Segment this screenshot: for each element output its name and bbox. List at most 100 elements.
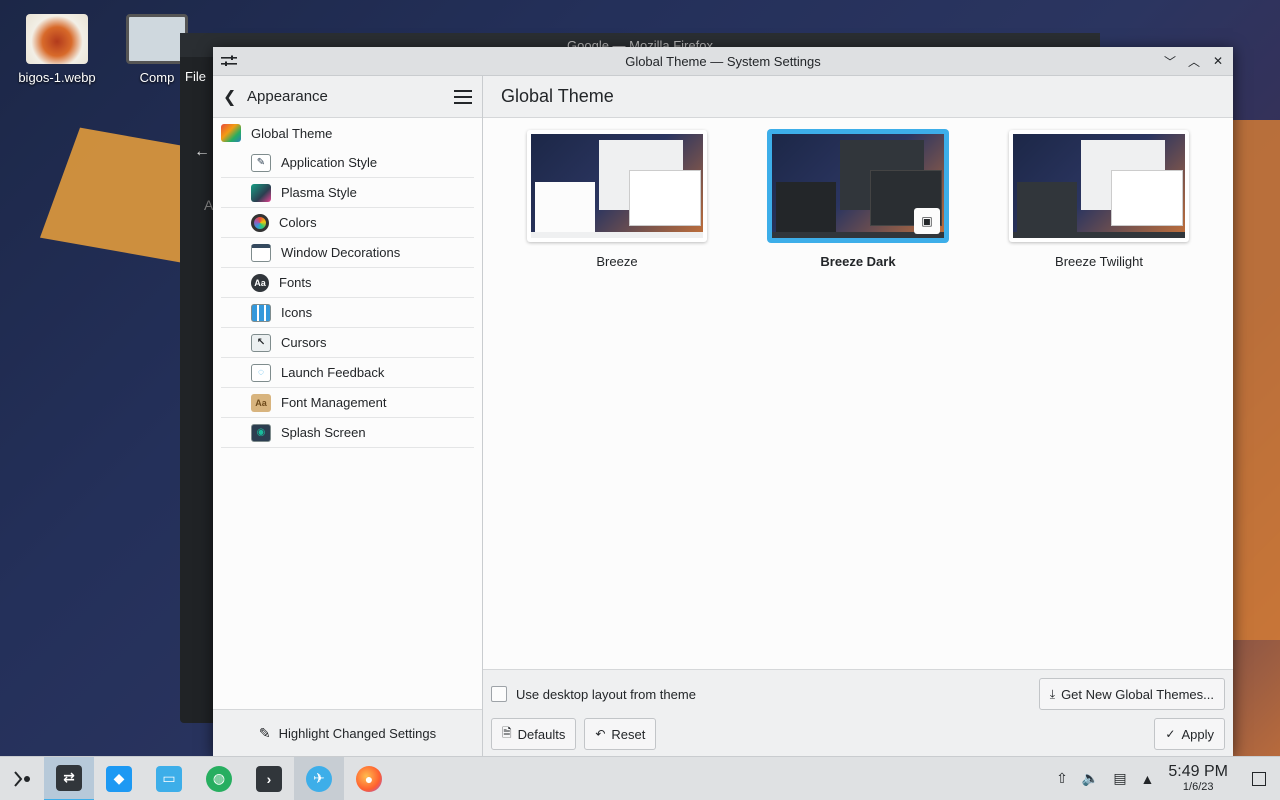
document-icon: 🗎	[502, 725, 512, 740]
taskbar-discover[interactable]: ◆	[94, 757, 144, 800]
sidebar-item-label: Fonts	[279, 275, 312, 290]
theme-name: Breeze Twilight	[1055, 254, 1143, 269]
reset-label: Reset	[611, 726, 646, 742]
background-text: A	[204, 197, 214, 213]
sidebar: ❮ Appearance Global Theme ✎ Application …	[213, 76, 483, 756]
pen-icon: ✎	[258, 724, 271, 741]
expand-tray-icon[interactable]: ▲	[1141, 771, 1155, 787]
highlight-changed-settings-button[interactable]: ✎ Highlight Changed Settings	[213, 709, 482, 756]
sidebar-item-label: Icons	[281, 305, 313, 320]
theme-preview-image	[531, 134, 703, 238]
sidebar-item-label: Global Theme	[251, 125, 333, 141]
sidebar-item-splash-screen[interactable]: ◉ Splash Screen	[221, 418, 474, 448]
theme-card-breeze-dark[interactable]: ▣ Breeze Dark	[768, 130, 948, 269]
desktop-icon-label: bigos-1.webp	[18, 70, 96, 85]
desktop-layout-label: Use desktop layout from theme	[516, 686, 696, 702]
back-arrow-icon[interactable]: ❮	[223, 87, 243, 107]
clock-date: 1/6/23	[1182, 781, 1214, 793]
theme-card-breeze[interactable]: Breeze	[527, 130, 707, 269]
sidebar-item-label: Window Decorations	[281, 245, 401, 260]
desktop-icon-image[interactable]: bigos-1.webp	[12, 14, 102, 85]
plasma-style-icon	[251, 183, 271, 202]
taskbar-firefox[interactable]: ●	[344, 757, 394, 800]
sidebar-item-application-style[interactable]: ✎ Application Style	[221, 148, 474, 178]
sidebar-item-launch-feedback[interactable]: ◌ Launch Feedback	[221, 358, 474, 388]
sidebar-title: Appearance	[247, 88, 328, 105]
sidebar-header: ❮ Appearance	[213, 76, 482, 118]
sidebar-item-icons[interactable]: Icons	[221, 298, 474, 328]
picture-icon[interactable]: ▣	[914, 208, 940, 234]
sidebar-item-label: Plasma Style	[281, 185, 357, 200]
system-settings-icon: ⇄	[56, 764, 82, 791]
sidebar-item-plasma-style[interactable]: Plasma Style	[221, 178, 474, 208]
cursors-icon: ↖	[251, 333, 271, 352]
sidebar-item-font-management[interactable]: Aa Font Management	[221, 388, 474, 418]
get-new-global-themes-button[interactable]: ⤓ Get New Global Themes...	[1038, 678, 1225, 710]
sidebar-nav: Global Theme ✎ Application Style Plasma …	[213, 118, 482, 709]
sidebar-item-window-decorations[interactable]: Window Decorations	[221, 238, 474, 268]
launch-feedback-icon: ◌	[251, 363, 271, 382]
background-back-icon[interactable]: ←	[194, 143, 210, 161]
taskbar-dolphin[interactable]: ▭	[144, 757, 194, 800]
application-launcher[interactable]	[0, 757, 44, 800]
highlight-changed-settings-label: Highlight Changed Settings	[278, 725, 437, 741]
app-icon: ✈	[306, 765, 332, 792]
window-decorations-icon	[251, 243, 271, 262]
image-thumbnail	[26, 14, 88, 64]
background-file-menu[interactable]: File	[185, 69, 206, 84]
theme-preview: ▣	[768, 130, 948, 242]
global-theme-icon	[221, 124, 241, 142]
firefox-icon: ●	[356, 765, 382, 792]
window-titlebar[interactable]: Global Theme — System Settings ﹀ ︿ ✕	[213, 47, 1233, 76]
steam-deck-launcher-icon	[14, 770, 30, 787]
checkmark-icon: ✓	[1165, 727, 1176, 741]
defaults-button[interactable]: 🗎 Defaults	[491, 718, 577, 750]
updates-icon[interactable]: ⇧	[1056, 770, 1068, 787]
maximize-button[interactable]: ︿	[1185, 52, 1203, 70]
splash-screen-icon: ◉	[251, 423, 271, 442]
content-area: Global Theme Breeze ▣ Breeze Dark Breeze…	[483, 76, 1233, 756]
hamburger-menu-icon[interactable]	[454, 89, 472, 104]
theme-preview	[1009, 130, 1189, 242]
page-title: Global Theme	[483, 76, 1233, 118]
digital-clock[interactable]: 5:49 PM 1/6/23	[1168, 764, 1228, 793]
taskbar-active-app[interactable]: ✈	[294, 756, 344, 800]
sidebar-item-label: Colors	[279, 215, 317, 230]
reset-button[interactable]: ↶ Reset	[584, 718, 657, 750]
font-management-icon: Aa	[251, 393, 271, 412]
minimize-button[interactable]: ﹀	[1161, 52, 1179, 70]
undo-icon: ↶	[595, 727, 606, 741]
icons-icon	[251, 303, 271, 322]
system-settings-window[interactable]: Global Theme — System Settings ﹀ ︿ ✕ ❮ A…	[213, 47, 1233, 756]
clock-time: 5:49 PM	[1168, 763, 1228, 780]
volume-icon[interactable]: 🔈	[1082, 770, 1099, 787]
desktop-layout-checkbox[interactable]	[491, 686, 507, 702]
defaults-label: Defaults	[517, 726, 566, 742]
terminal-icon: ›	[256, 765, 282, 792]
application-style-icon: ✎	[251, 153, 271, 172]
taskbar-browser[interactable]: ◍	[194, 757, 244, 800]
sidebar-item-colors[interactable]: Colors	[221, 208, 474, 238]
sidebar-item-label: Splash Screen	[281, 425, 366, 440]
close-button[interactable]: ✕	[1209, 52, 1227, 70]
show-desktop-icon[interactable]	[1252, 771, 1266, 786]
sidebar-item-label: Launch Feedback	[281, 365, 385, 380]
theme-preview	[527, 130, 707, 242]
sidebar-item-cursors[interactable]: ↖ Cursors	[221, 328, 474, 358]
folder-icon: ▭	[156, 765, 182, 792]
download-icon: ⤓	[1049, 686, 1056, 701]
taskbar-system-settings[interactable]: ⇄	[44, 756, 94, 800]
computer-icon	[126, 14, 188, 64]
taskbar: ⇄ ◆ ▭ ◍ › ✈ ● ⇧ 🔈 ▤ ▲ 5:49 PM 1/6/23	[0, 756, 1280, 800]
window-title: Global Theme — System Settings	[625, 53, 821, 69]
globe-icon: ◍	[206, 765, 232, 792]
colors-icon	[251, 213, 269, 232]
sidebar-item-global-theme[interactable]: Global Theme	[221, 118, 474, 148]
theme-card-breeze-twilight[interactable]: Breeze Twilight	[1009, 130, 1189, 269]
sidebar-item-fonts[interactable]: Aa Fonts	[221, 268, 474, 298]
desktop-icon-label: Comp	[139, 70, 175, 85]
system-tray: ⇧ 🔈 ▤ ▲ 5:49 PM 1/6/23	[1056, 764, 1280, 793]
clipboard-icon[interactable]: ▤	[1113, 770, 1126, 787]
apply-button[interactable]: ✓ Apply	[1154, 718, 1225, 750]
taskbar-terminal[interactable]: ›	[244, 757, 294, 800]
